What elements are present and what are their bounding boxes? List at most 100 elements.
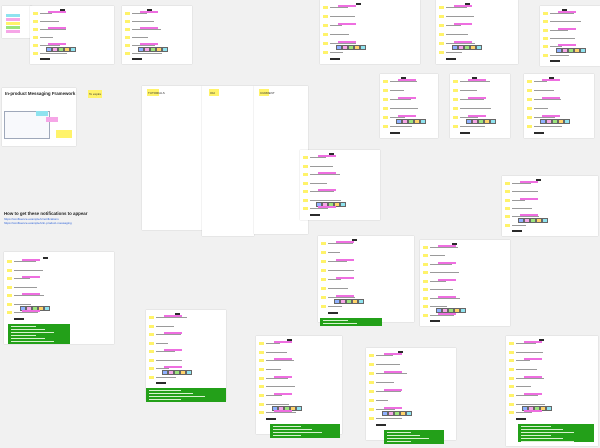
green-panel-line — [323, 323, 358, 324]
flow-step-text — [328, 288, 348, 289]
green-panel[interactable] — [320, 318, 382, 326]
sticky-note-old[interactable]: Old — [209, 89, 219, 96]
flow-step-sticky — [7, 302, 12, 306]
green-panel[interactable] — [518, 424, 594, 442]
flow-step-text — [390, 117, 405, 118]
flow-step-sticky — [423, 254, 428, 258]
flow-step-sticky — [383, 98, 388, 101]
header-chip — [538, 339, 544, 341]
sticky-note[interactable] — [36, 111, 48, 116]
flow-step-text — [40, 29, 66, 30]
flow-step-text — [14, 312, 38, 314]
flow-step-text — [266, 395, 282, 396]
flow-step-text — [390, 99, 411, 100]
frame-flow-9[interactable] — [300, 150, 380, 220]
flow-step-sticky — [505, 223, 510, 227]
flow-step-sticky — [321, 287, 326, 290]
flow-step-sticky — [303, 164, 308, 168]
flow-step-sticky — [7, 285, 12, 289]
frame-flow-10[interactable] — [502, 176, 598, 236]
flow-step-text — [14, 303, 31, 305]
flow-step-sticky — [423, 313, 428, 317]
sticky-note[interactable] — [46, 117, 58, 122]
flow-step-sticky — [259, 350, 264, 354]
flow-step-text — [40, 45, 60, 46]
sticky-note[interactable] — [6, 26, 20, 29]
flow-step-text — [310, 174, 340, 176]
flow-step-text — [550, 29, 568, 31]
flow-step-sticky — [369, 372, 374, 375]
sticky-note[interactable] — [6, 14, 20, 17]
highlight-strip — [164, 349, 182, 351]
option-chip — [546, 405, 552, 411]
sticky-note[interactable] — [6, 22, 20, 25]
green-panel[interactable] — [270, 424, 340, 438]
green-panel[interactable] — [384, 430, 444, 444]
highlight-strip — [438, 312, 456, 315]
framework-title: In-product Messaging Framework — [5, 91, 76, 96]
sticky-note-to-expire[interactable]: To expire — [88, 90, 102, 98]
flow-step-sticky — [323, 15, 328, 18]
flow-step-text — [516, 351, 543, 353]
option-chip — [360, 45, 366, 50]
flow-step-sticky — [321, 305, 326, 308]
flow-step-sticky — [321, 278, 326, 281]
flow-step-sticky — [383, 80, 388, 83]
primary-action — [376, 424, 386, 426]
highlight-strip — [140, 43, 158, 45]
primary-action — [266, 418, 276, 420]
green-panel[interactable] — [146, 388, 226, 402]
sticky-note[interactable] — [6, 18, 20, 21]
sticky-note[interactable] — [6, 30, 20, 33]
frame-flow-2[interactable] — [122, 6, 192, 64]
sticky-note-tutorials[interactable]: TUTORIALS — [147, 89, 165, 96]
flow-step-text — [330, 25, 342, 26]
how-to-link[interactable]: https://confluence.example/x/in-product-… — [4, 221, 72, 225]
flow-step-sticky — [453, 80, 458, 83]
flow-step-text — [430, 289, 453, 291]
flow-step-text — [390, 81, 417, 82]
flow-step-text — [40, 13, 52, 14]
flow-step-sticky — [259, 394, 264, 397]
frame-old[interactable] — [202, 86, 254, 236]
frame-flow-4[interactable] — [436, 0, 518, 64]
flow-step-sticky — [323, 33, 328, 36]
flow-step-text — [446, 34, 468, 35]
primary-action — [132, 58, 142, 60]
flow-step-text — [156, 376, 176, 378]
flow-step-text — [156, 368, 169, 369]
frame-flow-1[interactable] — [30, 6, 114, 64]
frame-tutorials[interactable] — [142, 86, 202, 230]
frame-flow-6[interactable] — [380, 74, 438, 138]
highlight-strip — [274, 358, 292, 361]
flow-step-text — [512, 199, 525, 201]
sticky-note-current[interactable]: CURRENT — [259, 89, 275, 96]
flow-step-sticky — [423, 246, 428, 249]
frame-flow-7[interactable] — [450, 74, 510, 138]
frame-flow-5[interactable] — [540, 6, 600, 66]
flow-step-text — [156, 334, 181, 335]
flow-step-text — [266, 386, 295, 388]
highlight-strip — [454, 23, 472, 25]
flow-step-sticky — [323, 51, 328, 54]
frame-flow-8[interactable] — [524, 74, 594, 138]
green-panel[interactable] — [8, 324, 70, 344]
flow-step-text — [132, 53, 162, 54]
green-panel-line — [521, 441, 575, 442]
green-panel-line — [521, 435, 552, 436]
flow-step-text — [516, 360, 530, 362]
flow-step-sticky — [33, 12, 38, 15]
flow-step-sticky — [149, 333, 154, 336]
header-chip — [352, 239, 358, 241]
header-chip — [355, 3, 361, 5]
frame-flow-3[interactable] — [320, 0, 420, 64]
flow-step-text — [40, 53, 67, 54]
frame-flow-14[interactable] — [146, 310, 226, 400]
sticky-note[interactable] — [56, 130, 72, 138]
frame-flow-16[interactable] — [366, 348, 456, 440]
highlight-strip — [524, 341, 542, 343]
flow-step-text — [330, 43, 356, 44]
green-panel-line — [11, 341, 55, 342]
primary-action — [446, 58, 456, 60]
option-chip — [580, 48, 586, 54]
